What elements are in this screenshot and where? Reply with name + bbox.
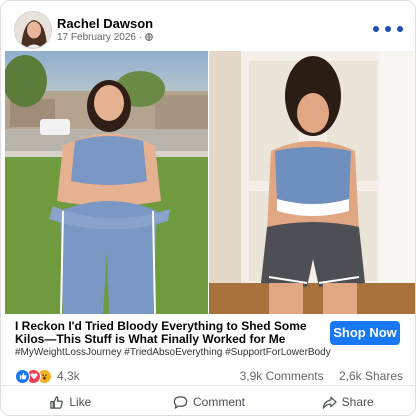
post-meta: 17 February 2026 · (57, 32, 153, 43)
globe-icon (145, 33, 153, 41)
share-icon (322, 396, 337, 409)
hashtags[interactable]: #MyWeightLossJourney #TriedAbsoEverythin… (15, 347, 335, 358)
comment-label: Comment (193, 395, 246, 409)
ad-headline[interactable]: I Reckon I'd Tried Bloody Everything to … (15, 320, 315, 346)
like-button[interactable]: Like (1, 387, 140, 415)
comments-count[interactable]: 3,9k Comments (240, 369, 324, 383)
shares-count[interactable]: 2,6k Shares (339, 369, 403, 383)
reactions-summary[interactable]: 4,3k (15, 368, 80, 384)
post-date[interactable]: 17 February 2026 (57, 32, 136, 43)
like-label: Like (69, 395, 92, 409)
share-label: Share (341, 395, 374, 409)
like-icon (15, 368, 30, 384)
comment-button[interactable]: Comment (140, 387, 279, 415)
more-options-button[interactable] (373, 23, 403, 35)
thumbs-up-icon (50, 395, 64, 409)
share-button[interactable]: Share (278, 387, 415, 415)
post-media[interactable] (1, 51, 415, 314)
post-header: Rachel Dawson 17 February 2026 · (1, 1, 415, 51)
facebook-post-card: Rachel Dawson 17 February 2026 · I Recko… (0, 0, 416, 416)
before-photo[interactable] (5, 51, 208, 314)
comments-shares-counts: 3,9k Comments 2,6k Shares (240, 369, 403, 383)
engagement-stats: 4,3k 3,9k Comments 2,6k Shares (1, 364, 415, 386)
after-photo[interactable] (209, 51, 415, 314)
post-actions: Like Comment Share (1, 387, 415, 415)
more-dots-icon (397, 26, 403, 32)
author-name[interactable]: Rachel Dawson (57, 16, 153, 31)
more-dots-icon (385, 26, 391, 32)
shop-now-button[interactable]: Shop Now (330, 321, 400, 345)
more-dots-icon (373, 26, 379, 32)
ad-caption: I Reckon I'd Tried Bloody Everything to … (1, 314, 415, 364)
reactions-count: 4,3k (57, 369, 80, 383)
comment-icon (173, 395, 188, 409)
avatar[interactable] (14, 11, 52, 49)
